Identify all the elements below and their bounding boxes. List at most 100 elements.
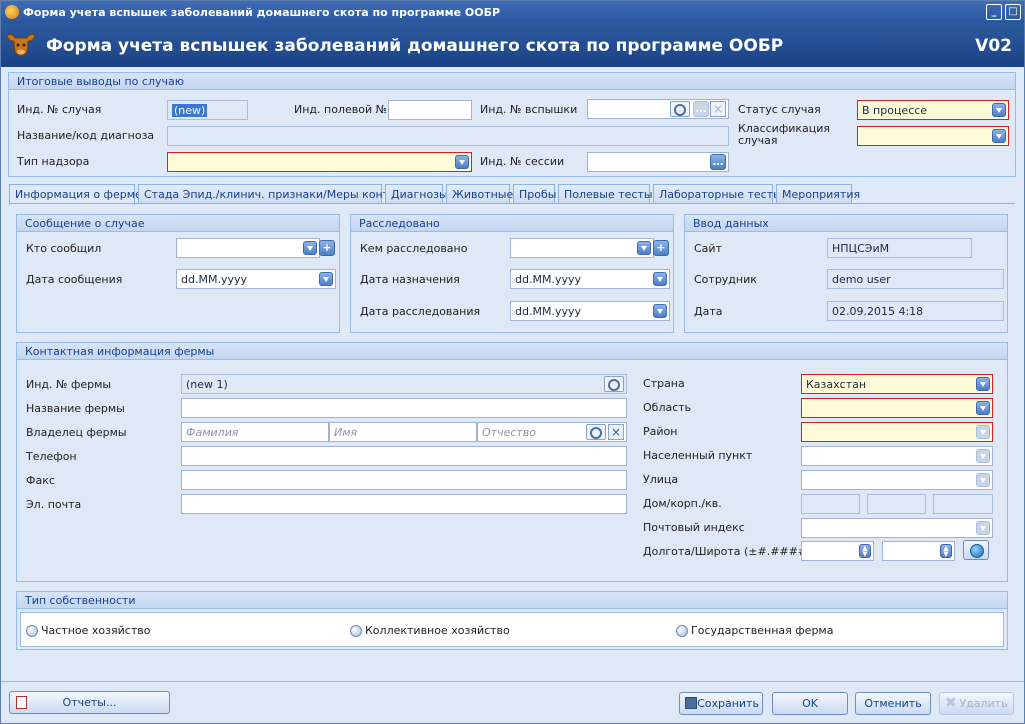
tab-farm-info[interactable]: Информация о ферме [9, 184, 142, 205]
delete-button[interactable]: ✖ Удалить [939, 692, 1014, 715]
radio-collective[interactable] [350, 625, 362, 637]
field-id-input[interactable] [388, 100, 472, 120]
spinner-icon[interactable]: ▲ ▼ [940, 544, 952, 558]
minimize-button[interactable]: _ [986, 4, 1002, 20]
case-id-label: Инд. № случая [17, 103, 102, 116]
owner-first-name-input[interactable]: Имя [329, 422, 477, 442]
investigation-date-label: Дата расследования [360, 305, 481, 318]
chevron-down-icon[interactable] [976, 473, 990, 487]
ownership-panel: Тип собственности Частное хозяйство Колл… [16, 591, 1008, 650]
owner-middle-name-input[interactable]: Отчество × [477, 422, 627, 442]
chevron-down-icon[interactable] [976, 425, 990, 439]
chevron-down-icon[interactable] [303, 241, 317, 255]
summary-title: Итоговые выводы по случаю [9, 73, 1015, 90]
spinner-icon[interactable]: ▲ ▼ [859, 544, 871, 558]
search-lookup-icon[interactable] [670, 101, 690, 117]
tab-lab-tests[interactable]: Лабораторные тесты [653, 184, 782, 204]
farm-name-label: Название фермы [26, 402, 125, 415]
chevron-down-icon[interactable] [976, 377, 990, 391]
chevron-down-icon[interactable] [976, 521, 990, 535]
region-label: Область [643, 401, 692, 414]
street-label: Улица [643, 473, 679, 486]
globe-map-icon[interactable] [963, 540, 989, 560]
report-date-value: dd.MM.yyyy [181, 273, 247, 286]
investigation-date-input[interactable]: dd.MM.yyyy [510, 301, 670, 321]
bull-icon [6, 33, 36, 56]
investigation-date-value: dd.MM.yyyy [515, 305, 581, 318]
classification-select[interactable] [857, 126, 1009, 146]
search-lookup-icon[interactable] [604, 376, 624, 392]
chevron-down-icon[interactable] [992, 129, 1006, 143]
longitude-input[interactable]: ▲ ▼ [801, 541, 874, 561]
data-entry-panel: Ввод данных Сайт НПЦСЭиМ Сотрудник demo … [684, 214, 1008, 333]
ellipsis-icon[interactable]: … [710, 154, 726, 170]
phone-input[interactable] [181, 446, 627, 466]
radio-state[interactable] [676, 625, 688, 637]
maximize-button[interactable]: □ [1005, 4, 1021, 20]
farm-contact-panel: Контактная информация фермы Инд. № фермы… [16, 342, 1008, 582]
who-reported-select[interactable] [176, 238, 320, 258]
postal-select[interactable] [801, 518, 993, 538]
settlement-select[interactable] [801, 446, 993, 466]
outbreak-id-input[interactable]: … × [587, 99, 729, 119]
investigated-title: Расследовано [351, 215, 673, 232]
chevron-down-icon[interactable] [455, 155, 469, 169]
clear-icon[interactable]: × [608, 424, 624, 440]
who-reported-label: Кто сообщил [26, 242, 102, 255]
search-lookup-icon[interactable] [586, 424, 606, 440]
cancel-button[interactable]: Отменить [855, 692, 931, 715]
email-input[interactable] [181, 494, 627, 514]
latitude-input[interactable]: ▲ ▼ [882, 541, 955, 561]
status-select[interactable]: В процессе [857, 100, 1009, 120]
ellipsis-icon[interactable]: … [693, 101, 709, 117]
tab-diagnoses[interactable]: Диагнозы [385, 184, 448, 204]
investigated-by-select[interactable] [510, 238, 654, 258]
assigned-date-input[interactable]: dd.MM.yyyy [510, 269, 670, 289]
tab-actions[interactable]: Мероприятия [776, 184, 860, 204]
ownership-title: Тип собственности [17, 592, 1007, 609]
report-date-label: Дата сообщения [26, 273, 123, 286]
tab-samples[interactable]: Пробы [513, 184, 556, 204]
chevron-down-icon[interactable] [992, 103, 1006, 117]
chevron-down-icon[interactable] [976, 401, 990, 415]
district-select[interactable] [801, 422, 993, 442]
delete-x-icon: ✖ [945, 695, 957, 711]
calendar-dropdown-icon[interactable] [653, 304, 667, 318]
fax-input[interactable] [181, 470, 627, 490]
clear-icon[interactable]: × [710, 101, 726, 117]
house-label: Дом/корп./кв. [643, 497, 722, 510]
window-titlebar: Форма учета вспышек заболеваний домашнег… [1, 1, 1024, 23]
report-date-input[interactable]: dd.MM.yyyy [176, 269, 336, 289]
region-select[interactable] [801, 398, 993, 418]
chevron-down-icon[interactable] [976, 449, 990, 463]
delete-button-label: Удалить [959, 697, 1008, 710]
radio-private[interactable] [26, 625, 38, 637]
tab-animals[interactable]: Животные [446, 184, 513, 204]
investigated-panel: Расследовано Кем расследовано + Дата наз… [350, 214, 674, 333]
add-icon[interactable]: + [319, 240, 335, 256]
app-icon [5, 5, 19, 19]
surveillance-select[interactable] [167, 152, 472, 172]
case-id-field: (new) [167, 100, 248, 120]
session-input[interactable]: … [587, 152, 729, 172]
ok-button[interactable]: OK [772, 692, 848, 715]
save-button[interactable]: Сохранить [679, 692, 763, 715]
add-icon[interactable]: + [653, 240, 669, 256]
calendar-dropdown-icon[interactable] [653, 272, 667, 286]
tab-herds[interactable]: Стада Эпид./клинич. признаки/Меры контро… [138, 184, 417, 204]
chevron-down-icon[interactable] [637, 241, 651, 255]
ownership-options: Частное хозяйство Коллективное хозяйство… [20, 612, 1004, 647]
tab-field-tests[interactable]: Полевые тесты [558, 184, 653, 204]
radio-collective-label: Коллективное хозяйство [365, 624, 510, 637]
report-icon [16, 696, 27, 709]
reports-button[interactable]: Отчеты... [9, 691, 170, 714]
settlement-label: Населенный пункт [643, 449, 753, 462]
fax-label: Факс [26, 474, 55, 487]
street-select[interactable] [801, 470, 993, 490]
radio-state-label: Государственная ферма [691, 624, 834, 637]
radio-private-label: Частное хозяйство [41, 624, 151, 637]
farm-name-input[interactable] [181, 398, 627, 418]
owner-last-name-input[interactable]: Фамилия [181, 422, 329, 442]
calendar-dropdown-icon[interactable] [319, 272, 333, 286]
country-select[interactable]: Казахстан [801, 374, 993, 394]
